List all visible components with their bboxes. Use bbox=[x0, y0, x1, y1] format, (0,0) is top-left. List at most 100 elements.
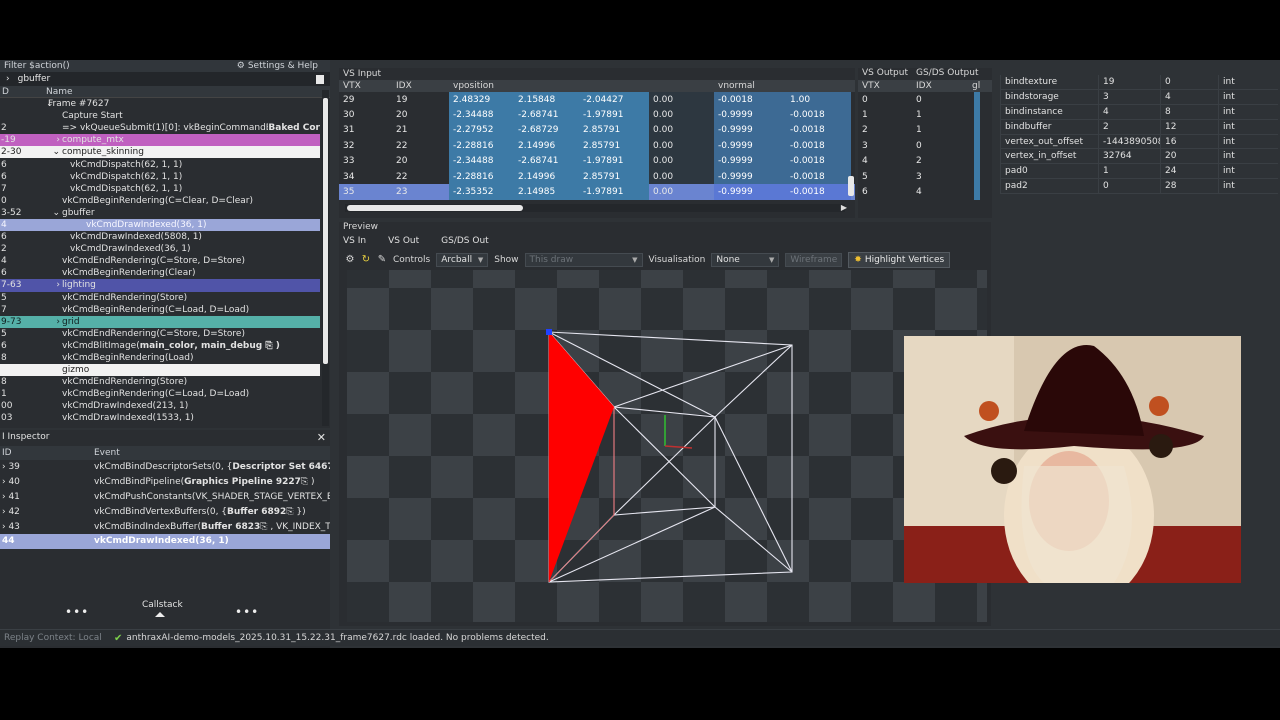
event-row[interactable]: 3-52 ⌄ gbuffer bbox=[0, 207, 320, 219]
event-row[interactable]: gizmo bbox=[0, 364, 320, 377]
col-header[interactable]: IDX bbox=[912, 81, 968, 91]
api-call-row[interactable]: 44 vkCmdDrawIndexed(36, 1) bbox=[0, 533, 330, 549]
event-row[interactable]: 0 vkCmdBeginRendering(C=Clear, D=Clear) bbox=[0, 195, 320, 207]
resource-link[interactable]: Baked Cor bbox=[268, 123, 320, 133]
wireframe-button[interactable]: Wireframe bbox=[785, 253, 843, 267]
event-row[interactable]: 6 vkCmdDrawIndexed(5808, 1) bbox=[0, 231, 320, 243]
vertex-out-row[interactable]: 42 bbox=[858, 153, 992, 169]
vertex-out-row[interactable]: 53 bbox=[858, 168, 992, 185]
event-row[interactable]: 2 => vkQueueSubmit(1)[0]: vkBeginCommand B… bbox=[0, 122, 320, 134]
vertex-row[interactable]: 35 23 -2.35352 2.14985 -1.97891 0.00 -0.9999 -0… bbox=[339, 184, 855, 200]
event-row[interactable]: 5 vkCmdEndRendering(C=Store, D=Store) bbox=[0, 328, 320, 340]
binding-row[interactable]: bindtexture 19 0 int bbox=[1000, 75, 1278, 90]
event-row[interactable]: 7 vkCmdDispatch(62, 1, 1) bbox=[0, 183, 320, 195]
binding-row[interactable]: vertex_in_offset 32764 20 int bbox=[1000, 149, 1278, 165]
controls-select[interactable]: Arcball ▼ bbox=[436, 253, 489, 267]
scrollbar-thumb[interactable] bbox=[323, 98, 328, 364]
event-row[interactable]: 7 vkCmdBeginRendering(C=Load, D=Load) bbox=[0, 304, 320, 316]
tab-vs-in[interactable]: VS In bbox=[343, 236, 366, 246]
expand-icon[interactable]: › bbox=[6, 74, 10, 84]
col-header[interactable]: gl bbox=[968, 81, 982, 91]
vertex-out-row[interactable]: 11 bbox=[858, 107, 992, 123]
resource-link[interactable]: Buffer 6892 bbox=[227, 507, 286, 517]
event-row[interactable]: 5 vkCmdEndRendering(Store) bbox=[0, 292, 320, 304]
event-row[interactable]: 8 vkCmdBeginRendering(Load) bbox=[0, 352, 320, 364]
api-call-row[interactable]: › 42 vkCmdBindVertexBuffers(0, { Buffer 6… bbox=[0, 504, 330, 519]
visualisation-select[interactable]: None ▼ bbox=[711, 253, 780, 267]
vertex-out-row[interactable]: 00 bbox=[858, 92, 992, 108]
binding-row[interactable]: bindstorage 3 4 int bbox=[1000, 89, 1278, 105]
vertex-row[interactable]: 32 22 -2.28816 2.14996 2.85791 0.00 -0.9999 -0.… bbox=[339, 138, 855, 154]
show-select[interactable]: This draw ▼ bbox=[524, 253, 643, 267]
api-call-row[interactable]: › 39 vkCmdBindDescriptorSets(0, { Descrip… bbox=[0, 460, 330, 475]
vs-input-vscrollbar[interactable] bbox=[847, 80, 855, 204]
picker-icon[interactable]: ✎ bbox=[377, 255, 387, 265]
vertex-row[interactable]: 33 20 -2.34488 -2.68741 -1.97891 0.00 -0.9999-… bbox=[339, 153, 855, 169]
event-row[interactable]: 2-30 ⌄ compute_skinning bbox=[0, 146, 320, 159]
vertex-out-row[interactable]: 21 bbox=[858, 122, 992, 139]
event-list-scrollbar[interactable] bbox=[322, 90, 329, 426]
event-row[interactable]: 8 vkCmdEndRendering(Store) bbox=[0, 376, 320, 388]
eid-column-header[interactable]: D bbox=[0, 87, 46, 97]
event-row[interactable]: 1 vkCmdBeginRendering(C=Load, D=Load) bbox=[0, 388, 320, 400]
vertex-row[interactable]: 34 22 -2.28816 2.14996 2.85791 0.00 -0.9999 -0.… bbox=[339, 168, 855, 185]
scrollbar-thumb[interactable] bbox=[848, 176, 854, 196]
viewport-canvas[interactable] bbox=[347, 270, 987, 622]
vertex-out-row[interactable]: 30 bbox=[858, 138, 992, 154]
expander-icon[interactable]: › bbox=[46, 135, 62, 145]
event-row[interactable]: ⌄ Frame #7627 bbox=[0, 98, 320, 110]
mesh-viewport[interactable] bbox=[347, 270, 987, 622]
event-row[interactable]: -19 › compute_mtx bbox=[0, 134, 320, 147]
name-column-header[interactable]: Name bbox=[46, 87, 73, 97]
vertex-out-row[interactable]: 64 bbox=[858, 184, 992, 200]
replay-context-label[interactable]: Replay Context: Local bbox=[4, 633, 114, 643]
col-header[interactable]: vnormal bbox=[714, 81, 786, 91]
col-header[interactable]: IDX bbox=[392, 81, 449, 91]
event-row[interactable]: 2 vkCmdDrawIndexed(36, 1) bbox=[0, 243, 320, 255]
vs-input-hscrollbar[interactable] bbox=[345, 204, 845, 212]
event-column-header[interactable]: Event bbox=[94, 448, 120, 458]
expand-up-icon[interactable] bbox=[155, 612, 165, 617]
event-row[interactable]: 9-73 › grid bbox=[0, 315, 320, 328]
event-row[interactable]: 6 vkCmdDispatch(62, 1, 1) bbox=[0, 158, 320, 170]
callstack-splitter[interactable]: ••• Callstack ••• bbox=[0, 600, 330, 622]
filter-input[interactable]: Filter $action() bbox=[4, 61, 70, 71]
event-row[interactable]: 4 vkCmdEndRendering(C=Store, D=Store) bbox=[0, 255, 320, 267]
binding-row[interactable]: vertex_out_offset -1443890508 16 int bbox=[1000, 134, 1278, 150]
expander-icon[interactable]: › bbox=[46, 280, 62, 290]
settings-help-button[interactable]: ⚙ Settings & Help bbox=[237, 61, 318, 71]
expander-icon[interactable]: ⌄ bbox=[46, 208, 62, 218]
tab-vs-out[interactable]: VS Out bbox=[388, 236, 419, 246]
event-row[interactable]: 7-63 › lighting bbox=[0, 279, 320, 292]
resource-link[interactable]: Buffer 6823 bbox=[201, 522, 260, 532]
highlight-vertices-button[interactable]: ✸ Highlight Vertices bbox=[848, 252, 951, 268]
api-call-row[interactable]: › 40 vkCmdBindPipeline( Graphics Pipeline… bbox=[0, 475, 330, 490]
scroll-right-icon[interactable]: ▶ bbox=[841, 203, 847, 212]
event-row[interactable]: 6 vkCmdBlitImage( main_color , main_debug… bbox=[0, 340, 320, 352]
event-row[interactable]: 03 vkCmdDrawIndexed(1533, 1) bbox=[0, 412, 320, 424]
scrollbar-thumb[interactable] bbox=[347, 205, 523, 211]
binding-row[interactable]: pad0 1 24 int bbox=[1000, 164, 1278, 180]
event-row[interactable]: 6 vkCmdBeginRendering(Clear) bbox=[0, 267, 320, 279]
reset-camera-icon[interactable]: ↻ bbox=[361, 255, 371, 265]
col-header[interactable]: vposition bbox=[449, 81, 514, 91]
tab-vs-output[interactable]: VS Output bbox=[862, 68, 908, 80]
binding-row[interactable]: bindinstance 4 8 int bbox=[1000, 104, 1278, 120]
expander-icon[interactable]: › bbox=[46, 317, 62, 327]
api-call-row[interactable]: › 41 vkCmdPushConstants(VK_SHADER_STAGE_V… bbox=[0, 490, 330, 505]
resource-link[interactable]: main_color bbox=[140, 341, 195, 351]
event-row[interactable]: 6 vkCmdDispatch(62, 1, 1) bbox=[0, 171, 320, 183]
eid-column-header[interactable]: ID bbox=[0, 448, 94, 458]
save-icon[interactable] bbox=[316, 74, 324, 84]
vertex-row[interactable]: 29 19 2.48329 2.15848 -2.04427 0.00 -0.0018 1.0… bbox=[339, 92, 855, 108]
expander-icon[interactable]: ⌄ bbox=[46, 147, 62, 157]
resource-link[interactable]: Descriptor Set 6467 bbox=[232, 462, 330, 472]
gear-icon[interactable]: ⚙ bbox=[345, 255, 355, 265]
event-row[interactable]: Capture Start bbox=[0, 110, 320, 122]
vertex-row[interactable]: 30 20 -2.34488 -2.68741 -1.97891 0.00 -0.9999-… bbox=[339, 107, 855, 123]
event-row[interactable]: 00 vkCmdDrawIndexed(213, 1) bbox=[0, 400, 320, 412]
resource-link[interactable]: Graphics Pipeline 9227 bbox=[184, 477, 301, 487]
binding-row[interactable]: pad2 0 28 int bbox=[1000, 179, 1278, 195]
binding-row[interactable]: bindbuffer 2 12 int bbox=[1000, 119, 1278, 135]
col-header[interactable]: VTX bbox=[339, 81, 392, 91]
